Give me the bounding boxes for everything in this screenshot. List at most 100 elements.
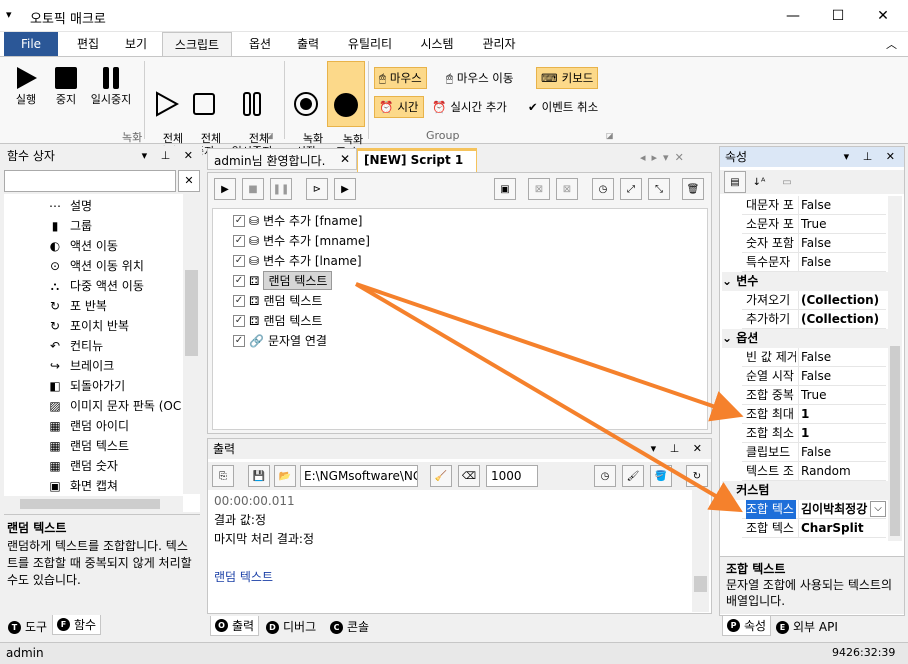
function-item[interactable]: ↶ 컨티뉴 <box>48 336 103 356</box>
delete-icon[interactable]: 🗑 <box>682 178 704 200</box>
save-icon[interactable]: 💾 <box>248 465 270 487</box>
disable-icon[interactable]: ⊠ <box>528 178 550 200</box>
brush-icon[interactable]: 🖌 <box>622 465 644 487</box>
property-row[interactable]: 순열 시작 False <box>742 367 886 386</box>
property-value[interactable]: False <box>798 443 831 462</box>
file-settings-icon[interactable]: ⎘ <box>212 465 234 487</box>
enable-checkbox[interactable]: ✓ <box>233 314 245 327</box>
function-item[interactable]: ⋯ 설명 <box>48 196 92 216</box>
tab-file[interactable]: File <box>4 32 58 56</box>
tab-edit[interactable]: 편집 <box>66 32 110 56</box>
timer-icon[interactable]: ◷ <box>592 178 614 200</box>
tab-output[interactable]: 출력 <box>288 32 328 56</box>
function-search-input[interactable] <box>4 170 176 192</box>
collapse-icon[interactable]: ⤡ <box>648 178 670 200</box>
tab-properties[interactable]: P 속성 <box>722 616 772 636</box>
dialog-launcher-icon[interactable]: ◪ <box>266 131 274 140</box>
mouse-move-button[interactable]: 🖱 마우스 이동 <box>442 67 517 89</box>
property-row[interactable]: 가져오기 (Collection) <box>742 291 886 310</box>
clear-search-button[interactable]: ✕ <box>178 170 200 192</box>
property-row[interactable]: 조합 최소 1 <box>742 424 886 443</box>
expand-icon[interactable]: ⤢ <box>620 178 642 200</box>
fill-icon[interactable]: 🪣 <box>650 465 672 487</box>
eraser-icon[interactable]: ⌫ <box>458 465 480 487</box>
enable-checkbox[interactable]: ✓ <box>233 214 245 227</box>
stop-button[interactable]: 중지 <box>48 65 84 106</box>
tab-system[interactable]: 시스템 <box>412 32 462 56</box>
tab-script-1[interactable]: [NEW] Script 1 <box>357 148 477 172</box>
run-icon[interactable]: ▶ <box>214 178 236 200</box>
log-link[interactable]: 랜덤 텍스트 <box>214 568 686 587</box>
timer-icon[interactable]: ◷ <box>594 465 616 487</box>
property-row[interactable]: 조합 최대 1 <box>742 405 886 424</box>
function-item[interactable]: ◐ 액션 이동 <box>48 236 118 256</box>
tab-debug[interactable]: D 디버그 <box>262 617 320 637</box>
tab-output-bottom[interactable]: O 출력 <box>210 616 260 636</box>
disable-all-icon[interactable]: ⊠ <box>556 178 578 200</box>
dropdown-icon[interactable]: ⌵ <box>870 501 886 517</box>
property-value[interactable]: 1 <box>798 405 809 424</box>
property-category[interactable]: ⌄ 옵션 <box>722 329 888 348</box>
property-value[interactable]: False <box>798 196 831 215</box>
property-value[interactable]: CharSplit <box>798 519 864 538</box>
function-item[interactable]: ⊙ 액션 이동 위치 <box>48 256 144 276</box>
property-row[interactable]: 빈 값 제거 False <box>742 348 886 367</box>
close-button[interactable]: ✕ <box>860 0 906 32</box>
tab-scroll-controls[interactable]: ◂▸▾✕ <box>640 151 690 164</box>
panel-controls[interactable]: ▾ ⊥ ✕ <box>844 147 900 167</box>
tab-console[interactable]: C 콘솔 <box>326 617 373 637</box>
function-item[interactable]: ▦ 랜덤 텍스트 <box>48 436 129 456</box>
pause-button[interactable]: 일시중지 <box>86 65 136 106</box>
sort-az-icon[interactable]: ↓ᴬ <box>748 171 770 193</box>
property-row[interactable]: 조합 중복 True <box>742 386 886 405</box>
property-value[interactable]: 1 <box>798 424 809 443</box>
script-line[interactable]: ✓ ⚃ 랜덤 텍스트 <box>233 271 333 290</box>
function-item[interactable]: ↪ 브레이크 <box>48 356 114 376</box>
run-button[interactable]: 실행 <box>8 65 44 106</box>
output-scrollbar[interactable] <box>692 490 709 612</box>
property-category[interactable]: ⌄ 변수 <box>722 272 888 291</box>
script-line[interactable]: ✓ ⛁ 변수 추가 [mname] <box>233 231 370 250</box>
property-row[interactable]: 숫자 포함 False <box>742 234 886 253</box>
close-icon[interactable]: ✕ <box>340 152 350 166</box>
function-item[interactable]: ▣ 화면 캡쳐 <box>48 476 118 496</box>
collapse-ribbon-icon[interactable]: ︿ <box>886 36 897 52</box>
tab-options[interactable]: 옵션 <box>240 32 280 56</box>
categorized-icon[interactable]: ▤ <box>724 171 746 193</box>
property-row[interactable]: 텍스트 조 Random <box>742 462 886 481</box>
property-row[interactable]: 소문자 포 True <box>742 215 886 234</box>
script-line[interactable]: ✓ ⚃ 랜덤 텍스트 <box>233 311 322 330</box>
line-count-stepper[interactable]: 1000 <box>486 465 538 487</box>
property-value[interactable]: True <box>798 215 827 234</box>
property-row[interactable]: 특수문자 False <box>742 253 886 272</box>
script-line[interactable]: ✓ ⛁ 변수 추가 [lname] <box>233 251 362 270</box>
output-path-field[interactable]: E:\NGMsoftware\NG <box>300 465 418 487</box>
tab-welcome[interactable]: admin님 환영합니다. ✕ <box>207 148 357 170</box>
property-value[interactable]: False <box>798 348 831 367</box>
function-item[interactable]: ↻ 포이치 반복 <box>48 316 129 336</box>
maximize-button[interactable]: ☐ <box>815 0 861 32</box>
minimize-button[interactable]: — <box>770 0 816 32</box>
tab-utility[interactable]: 유틸리티 <box>340 32 400 56</box>
property-value[interactable]: False <box>798 367 831 386</box>
function-list-hscrollbar[interactable] <box>4 496 183 512</box>
property-row[interactable]: 조합 텍스 CharSplit <box>742 519 886 538</box>
panel-controls[interactable]: ▾ ⊥ ✕ <box>651 439 707 459</box>
property-value[interactable]: Random <box>798 462 851 481</box>
property-value[interactable]: (Collection) <box>798 291 879 310</box>
realtime-add-button[interactable]: ⏰ 실시간 추가 <box>428 96 511 118</box>
tab-admin[interactable]: 관리자 <box>474 32 524 56</box>
clean-icon[interactable]: 🧹 <box>430 465 452 487</box>
function-item[interactable]: ▮ 그룹 <box>48 216 92 236</box>
tab-view[interactable]: 보기 <box>114 32 158 56</box>
property-value[interactable]: (Collection) <box>798 310 879 329</box>
function-item[interactable]: ▨ 이미지 문자 판독 (OC <box>48 396 181 416</box>
dialog-launcher-icon[interactable]: ◪ <box>606 131 614 140</box>
property-value[interactable]: True <box>798 386 827 405</box>
step-icon[interactable]: ⊳ <box>306 178 328 200</box>
tab-tools[interactable]: T 도구 <box>4 617 51 637</box>
property-row[interactable]: 추가하기 (Collection) <box>742 310 886 329</box>
function-list-scrollbar[interactable] <box>183 194 200 494</box>
enable-checkbox[interactable]: ✓ <box>233 334 245 347</box>
image-icon[interactable]: ▣ <box>494 178 516 200</box>
